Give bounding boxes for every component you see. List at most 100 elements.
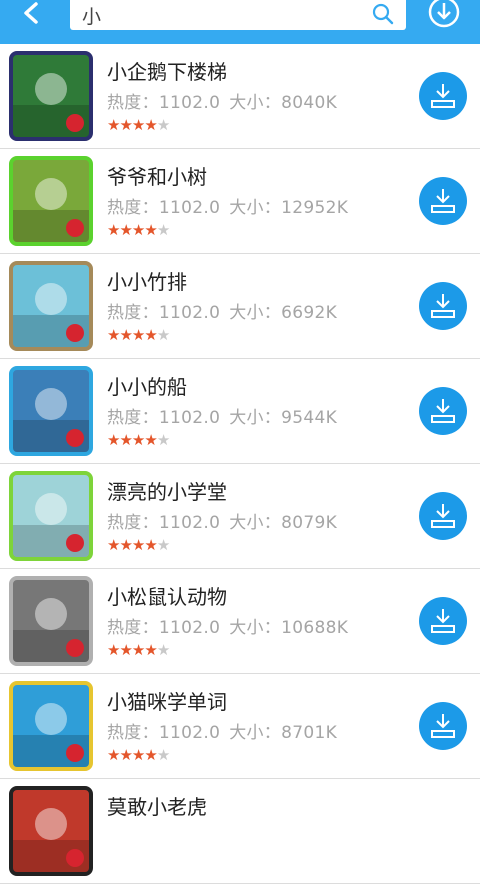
app-list-item[interactable]: 小松鼠认动物 热度：1102.0 大小：10688K ★★★★★ [0,569,480,674]
download-icon [431,714,455,738]
rating-stars: ★★★★★ [107,116,170,134]
rating-stars: ★★★★★ [107,221,170,239]
star-icon: ★ [119,431,132,449]
star-icon: ★ [144,221,157,239]
app-list-item[interactable]: 小小竹排 热度：1102.0 大小：6692K ★★★★★ [0,254,480,359]
size-label: 大小： [229,198,282,218]
size-label: 大小： [229,93,282,113]
heat-label: 热度： [107,513,159,533]
app-list-item[interactable]: 漂亮的小学堂 热度：1102.0 大小：8079K ★★★★★ [0,464,480,569]
size-label: 大小： [229,303,282,323]
search-box[interactable]: 小 [70,0,406,30]
star-icon: ★ [144,326,157,344]
bamboo-raft-icon [9,261,93,351]
star-icon: ★ [107,641,120,659]
search-icon[interactable] [370,2,396,28]
app-name: 爷爷和小树 [107,165,207,189]
star-icon: ★ [119,536,132,554]
app-list-item[interactable]: 小猫咪学单词 热度：1102.0 大小：8701K ★★★★★ [0,674,480,779]
app-list-item[interactable]: 小企鹅下楼梯热度：1102.0 大小：8040K ★★★★★ [0,44,480,149]
star-icon: ★ [119,116,132,134]
heat-value: 1102.0 [158,723,221,743]
app-name: 小小竹排 [107,270,187,294]
app-meta: 热度：1102.0 大小：12952K [107,193,348,218]
star-icon: ★ [144,536,157,554]
download-button[interactable] [419,177,467,225]
app-name: 小猫咪学单词 [107,690,227,714]
star-icon: ★ [156,326,170,344]
rating-stars: ★★★★★ [107,536,170,554]
download-button[interactable] [419,387,467,435]
download-button[interactable] [419,597,467,645]
heat-label: 热度： [107,408,159,428]
app-list-item[interactable]: 莫敢小老虎 [0,779,480,884]
app-meta: 热度：1102.0 大小：8079K [107,508,337,533]
star-icon: ★ [107,431,120,449]
star-icon: ★ [156,641,170,659]
app-name: 漂亮的小学堂 [107,480,227,504]
heat-label: 热度： [107,618,159,638]
size-value: 12952K [281,198,349,218]
heat-value: 1102.0 [158,198,221,218]
star-icon: ★ [107,221,120,239]
top-bar: 小 [0,0,480,44]
size-label: 大小： [229,513,282,533]
star-icon: ★ [144,641,157,659]
download-icon [431,294,455,318]
size-label: 大小： [229,618,282,638]
squirrel-animals-icon [9,576,93,666]
download-icon [431,399,455,423]
app-meta: 热度：1102.0 大小：10688K [107,613,348,638]
download-button[interactable] [419,702,467,750]
star-icon: ★ [156,431,170,449]
download-button[interactable] [419,492,467,540]
star-icon: ★ [107,536,120,554]
download-circle-icon [428,0,460,28]
star-icon: ★ [156,221,170,239]
app-meta: 热度：1102.0 大小：8040K [107,88,337,113]
rating-stars: ★★★★★ [107,746,170,764]
app-list: 小企鹅下楼梯 热度：1102.0 大小：8040K ★★★★★ 爷爷和小树 热度：1102… [0,44,480,884]
rating-stars: ★★★★★ [107,641,170,659]
star-icon: ★ [131,431,145,449]
heat-label: 热度： [107,303,159,323]
app-meta: 热度：1102.0 大小：9544K [107,403,337,428]
heat-value: 1102.0 [158,513,221,533]
grandpa-tree-icon [9,156,93,246]
app-name: 小小的船 [107,375,187,399]
star-icon: ★ [119,221,132,239]
size-label: 大小： [229,723,282,743]
star-icon: ★ [131,536,145,554]
heat-label: 热度： [107,723,159,743]
app-name: 小企鹅下楼梯 [107,60,227,84]
star-icon: ★ [107,326,120,344]
rating-stars: ★★★★★ [107,326,170,344]
little-boat-icon [9,366,93,456]
app-list-item[interactable]: 小小的船 热度：1102.0 大小：9544K ★★★★★ [0,359,480,464]
download-icon [431,609,455,633]
heat-value: 1102.0 [158,618,221,638]
star-icon: ★ [156,116,170,134]
star-icon: ★ [131,116,145,134]
app-list-item[interactable]: 爷爷和小树 热度：1102.0 大小：12952K ★★★★★ [0,149,480,254]
heat-label: 热度： [107,93,159,113]
size-value: 8701K [281,723,338,743]
search-input[interactable]: 小 [82,2,101,29]
back-button[interactable] [14,0,50,30]
app-name: 小松鼠认动物 [107,585,227,609]
download-button[interactable] [419,282,467,330]
star-icon: ★ [119,326,132,344]
download-manager-button[interactable] [426,0,462,30]
size-label: 大小： [229,408,282,428]
size-value: 10688K [281,618,349,638]
star-icon: ★ [131,641,145,659]
star-icon: ★ [119,641,132,659]
star-icon: ★ [156,746,170,764]
star-icon: ★ [107,746,120,764]
size-value: 8040K [281,93,338,113]
download-icon [431,504,455,528]
star-icon: ★ [131,326,145,344]
app-name: 莫敢小老虎 [107,795,207,819]
download-button[interactable] [419,72,467,120]
heat-value: 1102.0 [158,93,221,113]
